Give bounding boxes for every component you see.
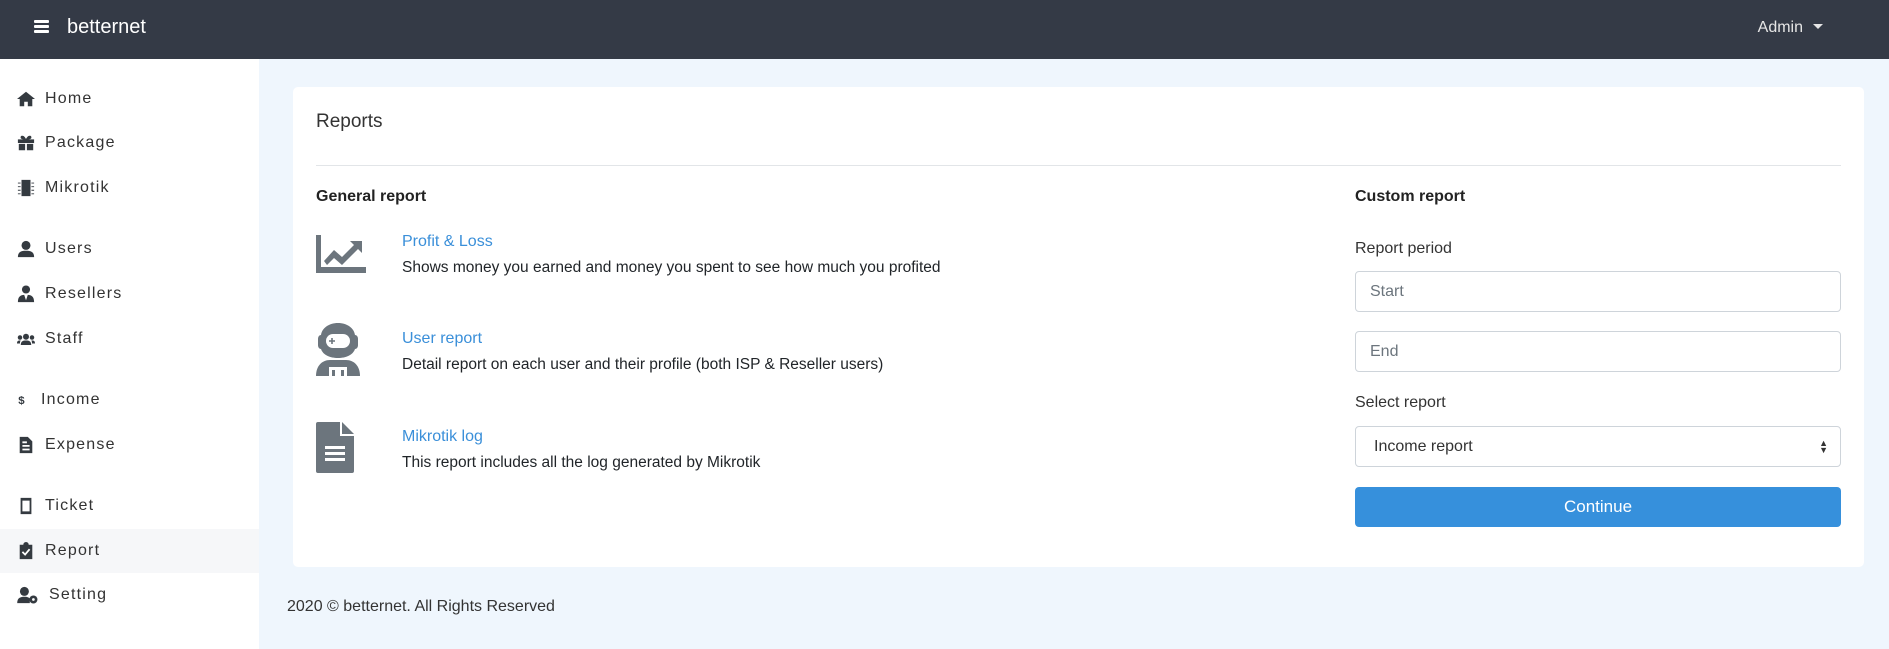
sidebar-item-mikrotik[interactable]: Mikrotik: [0, 166, 259, 210]
start-date-input[interactable]: Start: [1355, 271, 1841, 312]
user-report-link[interactable]: User report: [402, 330, 482, 348]
sidebar-item-label: Home: [45, 90, 93, 107]
sidebar-item-resellers[interactable]: Resellers: [0, 272, 259, 316]
report-type-select[interactable]: Income report ▲ ▼: [1355, 426, 1841, 467]
divider: [316, 165, 1841, 166]
home-icon: [17, 91, 35, 107]
svg-text:$: $: [18, 395, 25, 407]
select-arrows-icon: ▲ ▼: [1819, 438, 1828, 455]
general-report-heading: General report: [316, 188, 427, 205]
sidebar: Home Package Mikrotik Users Resellers St…: [0, 59, 259, 649]
user-astronaut-icon: [316, 323, 360, 376]
continue-button[interactable]: Continue: [1355, 487, 1841, 527]
chip-icon: [17, 179, 35, 197]
custom-report-heading: Custom report: [1355, 188, 1466, 205]
user-tie-icon: [17, 285, 35, 303]
sidebar-item-package[interactable]: Package: [0, 121, 259, 165]
select-report-label: Select report: [1355, 394, 1446, 411]
sidebar-item-label: Staff: [45, 330, 84, 347]
admin-user-menu[interactable]: Admin: [1758, 19, 1823, 37]
sidebar-item-label: Mikrotik: [45, 179, 110, 196]
clipboard-check-icon: [19, 542, 33, 560]
selected-option: Income report: [1374, 437, 1473, 455]
user-cog-icon: [17, 586, 38, 604]
mikrotik-log-description: This report includes all the log generat…: [402, 454, 761, 471]
sidebar-item-home[interactable]: Home: [0, 77, 259, 121]
sidebar-item-income[interactable]: $ Income: [0, 378, 259, 422]
sidebar-item-label: Ticket: [45, 497, 95, 514]
sidebar-item-label: Users: [45, 240, 93, 257]
profit-loss-description: Shows money you earned and money you spe…: [402, 259, 941, 276]
sidebar-item-label: Resellers: [45, 285, 123, 302]
gift-icon: [17, 135, 35, 151]
file-alt-icon: [316, 422, 354, 473]
mikrotik-log-link[interactable]: Mikrotik log: [402, 428, 483, 446]
sidebar-item-label: Expense: [45, 436, 116, 453]
users-icon: [17, 333, 35, 345]
sidebar-item-ticket[interactable]: Ticket: [0, 484, 259, 528]
ticket-icon: [20, 497, 32, 515]
top-navbar: betternet Admin: [0, 0, 1889, 59]
reports-card: Reports General report Profit & Loss Sho…: [293, 87, 1864, 567]
sidebar-item-staff[interactable]: Staff: [0, 317, 259, 361]
sidebar-item-label: Report: [45, 542, 101, 559]
user-icon: [17, 240, 35, 258]
profit-loss-link[interactable]: Profit & Loss: [402, 233, 493, 251]
page-title: Reports: [316, 111, 383, 132]
footer-copyright: 2020 © betternet. All Rights Reserved: [287, 598, 555, 615]
sidebar-item-expense[interactable]: Expense: [0, 423, 259, 467]
dollar-icon: $: [18, 395, 25, 407]
end-date-input[interactable]: End: [1355, 331, 1841, 372]
hamburger-menu-icon[interactable]: [34, 20, 49, 33]
sidebar-item-setting[interactable]: Setting: [0, 573, 259, 617]
user-report-description: Detail report on each user and their pro…: [402, 356, 884, 373]
report-period-label: Report period: [1355, 240, 1452, 257]
sidebar-item-users[interactable]: Users: [0, 227, 259, 271]
chart-line-icon: [316, 235, 366, 273]
sidebar-item-label: Setting: [49, 586, 108, 603]
sidebar-item-label: Package: [45, 134, 116, 151]
file-invoice-icon: [19, 436, 33, 454]
sidebar-item-label: Income: [41, 391, 101, 408]
brand-name[interactable]: betternet: [67, 16, 146, 39]
sidebar-item-report[interactable]: Report: [0, 529, 259, 573]
